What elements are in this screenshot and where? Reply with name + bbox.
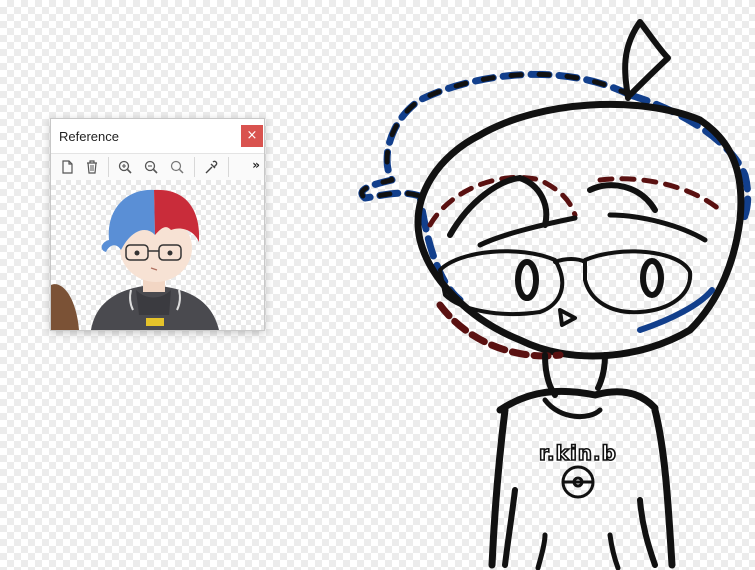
glasses-bridge [553,257,587,264]
eye-left [515,259,539,301]
glasses-left [438,249,565,316]
toolbar-divider [108,157,109,177]
eyedropper-button[interactable] [202,158,220,176]
reference-character-image [51,189,219,330]
zoom-reset-button[interactable] [168,158,186,176]
hand-left [535,532,548,570]
head-outline-stroke [414,100,745,360]
delete-button[interactable] [83,158,101,176]
bangs-stroke-2 [587,182,658,213]
zoom-out-button[interactable] [142,158,160,176]
delete-icon [87,160,97,174]
zoom-out-icon [144,160,158,174]
reference-toolbar: » [51,153,264,181]
mouth-stroke [558,308,577,327]
sleeve-right [637,497,658,568]
toolbar-divider [194,157,195,177]
reference-title: Reference [59,129,119,144]
glasses-right [583,249,693,315]
new-icon [62,160,73,174]
eye-right [640,258,664,298]
shirt-right [651,406,676,569]
bangs-stroke-3 [477,215,578,248]
bangs-stroke-4 [607,212,708,243]
hood-string [542,397,603,420]
more-button[interactable]: » [252,158,260,172]
new-button[interactable] [58,158,76,176]
collar-stroke [496,387,659,414]
shirt-text: r.kin.b [539,441,617,465]
hair-outline-black [359,71,633,201]
zoom-in-button[interactable] [116,158,134,176]
close-button[interactable]: × [241,125,263,147]
reference-panel[interactable]: Reference × » [50,118,265,331]
hand-right [607,532,621,570]
hair-tuft-stroke [622,19,671,101]
sleeve-left [502,487,518,568]
neck-stroke-2 [595,352,608,391]
close-icon: × [246,128,258,143]
reference-titlebar[interactable]: Reference × [51,119,264,153]
zoom-in-icon [118,160,132,174]
toolbar-divider [228,157,229,177]
eyedropper-icon [205,160,218,174]
zoom-reset-icon [170,160,184,174]
reference-image[interactable] [51,180,264,330]
shirt-left [488,406,509,569]
